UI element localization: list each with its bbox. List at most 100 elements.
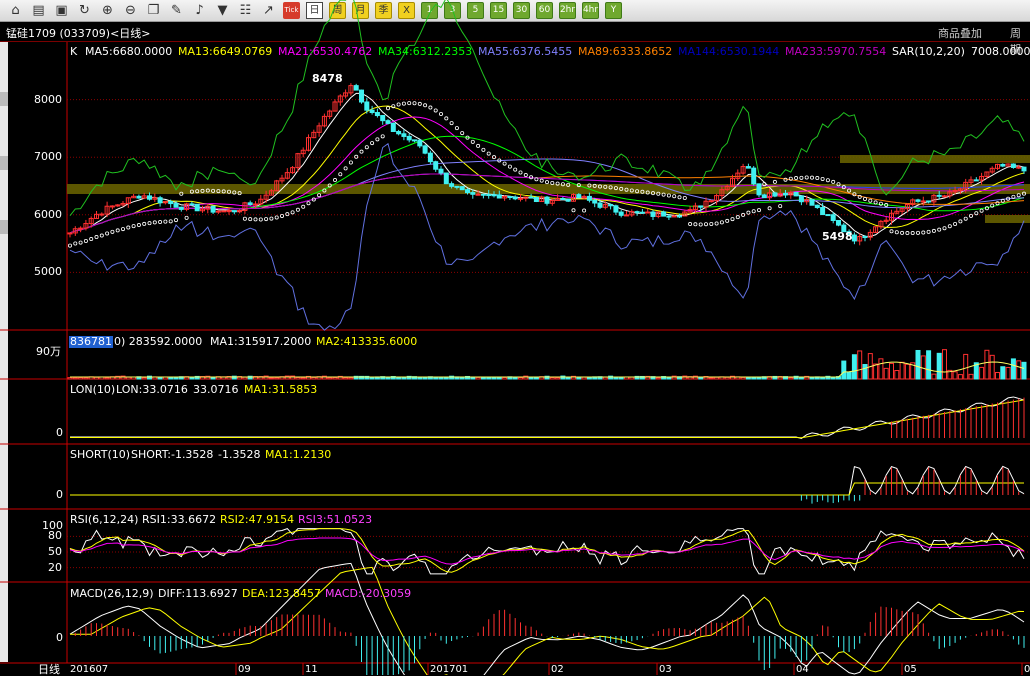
candle-body (597, 202, 603, 208)
sar-dot (571, 208, 576, 213)
candle-body (496, 194, 502, 199)
sar-dot (454, 126, 459, 131)
sar-dot (900, 230, 905, 235)
candle-body (226, 210, 232, 213)
sar-dot (163, 219, 168, 224)
volume-ma1: MA1:315917.2000 (210, 335, 312, 348)
sar-dot (481, 147, 486, 152)
candle-body (364, 101, 370, 111)
candle-body (231, 210, 237, 213)
sar-dot (68, 243, 73, 248)
high-price-label: 8478 (312, 72, 343, 85)
sar-dot (428, 105, 433, 110)
volume-bar (586, 377, 592, 380)
candle-body (942, 195, 947, 198)
candle-body (926, 200, 932, 203)
sar-dot (73, 241, 78, 246)
candle-body (560, 198, 566, 201)
sar-dot (89, 237, 94, 242)
short-ma: MA1:1.2130 (265, 448, 332, 461)
volume-bar (942, 349, 947, 380)
volume-bar (141, 377, 147, 380)
sar-dot (677, 195, 682, 200)
volume-bar (512, 377, 518, 380)
candle-body (936, 194, 942, 197)
short-name: SHORT(10) (70, 448, 131, 461)
sar-dot (248, 217, 253, 222)
sar-dot (682, 196, 687, 201)
volume-highlight: 836781 (69, 335, 113, 348)
candle-body (253, 203, 258, 206)
sar-dot (963, 216, 968, 221)
resistance-band (840, 155, 1030, 163)
x-axis-label: 05 (904, 664, 917, 675)
x-axis-label: 03 (659, 664, 672, 675)
candle-body (427, 152, 433, 163)
sar-dot (83, 239, 88, 244)
volume-axis-label: 90万 (36, 345, 61, 358)
sar-dot (401, 101, 406, 106)
x-axis-label: 11 (305, 664, 318, 675)
volume-bar (263, 375, 269, 380)
rsi-tick: 20 (48, 560, 62, 574)
candle-body (194, 203, 200, 212)
sar-dot (804, 175, 809, 180)
lon-axis-zero: 0 (56, 426, 63, 439)
sar-dot (825, 178, 830, 183)
price-tick: 7000 (34, 150, 62, 164)
sar-dot (121, 227, 126, 232)
candle-body (385, 120, 391, 124)
candle-body (639, 211, 645, 214)
sar-dot (523, 173, 528, 178)
candle-body (920, 200, 926, 203)
macd-dea: DEA:123.8457 (242, 587, 321, 600)
candle-body (518, 197, 523, 200)
sar-dot (370, 141, 375, 146)
volume-bar (714, 376, 720, 380)
sar-dot (518, 170, 523, 175)
sar-dot (688, 222, 693, 227)
sar-dot (757, 208, 762, 213)
sar-dot (375, 137, 380, 142)
volume-bar (963, 353, 969, 380)
volume-bar (989, 354, 995, 380)
sar-dot (78, 240, 83, 245)
sar-dot (921, 230, 926, 235)
price-tick: 5000 (34, 265, 62, 279)
volume-bar (788, 377, 794, 380)
candle-body (374, 112, 380, 117)
sar-dot (264, 217, 269, 222)
candle-body (173, 203, 179, 208)
sar-dot (507, 164, 512, 169)
volume-bar (846, 371, 852, 380)
volume-bar (873, 363, 879, 380)
sar-dot (476, 143, 481, 148)
sar-dot (126, 225, 131, 230)
candle-body (353, 85, 359, 91)
sar-dot (131, 224, 136, 229)
sar-dot (672, 194, 677, 199)
lon-ma: MA1:31.5853 (244, 383, 318, 396)
lon-value: LON:33.0716 (116, 383, 188, 396)
ma-legend-item: MA89:6333.8652 (578, 45, 673, 58)
sar-dot (947, 224, 952, 229)
ma-legend-item: MA55:6376.5455 (478, 45, 573, 58)
sar-dot (438, 112, 443, 117)
candle-body (565, 198, 571, 202)
sar-dot (979, 208, 984, 213)
rsi-name: RSI(6,12,24) (70, 513, 139, 526)
ma-legend-item: MA13:6649.0769 (178, 45, 273, 58)
sar-dot (582, 208, 587, 213)
sar-dot (926, 229, 931, 234)
volume-bar (756, 376, 762, 380)
sar-dot (746, 210, 751, 215)
sar-dot (863, 196, 868, 201)
volume-bar (78, 377, 84, 380)
candle-body (401, 133, 407, 137)
macd-value: MACD:-20.3059 (325, 587, 412, 600)
candle-body (825, 214, 831, 217)
volume-bar (878, 358, 884, 380)
sar-dot (513, 167, 518, 172)
volume-bar (268, 377, 274, 380)
sar-dot (1016, 193, 1021, 198)
